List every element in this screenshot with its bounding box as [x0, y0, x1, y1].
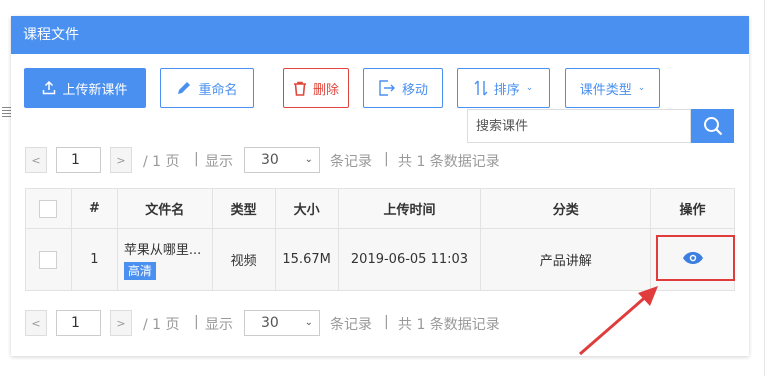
- page: 课程文件 上传新课件 重命名 删除 移动 排序 ⌄ 课件类型 ⌄ 搜索课件 < …: [0, 0, 771, 376]
- red-arrow-annotation: [579, 286, 658, 356]
